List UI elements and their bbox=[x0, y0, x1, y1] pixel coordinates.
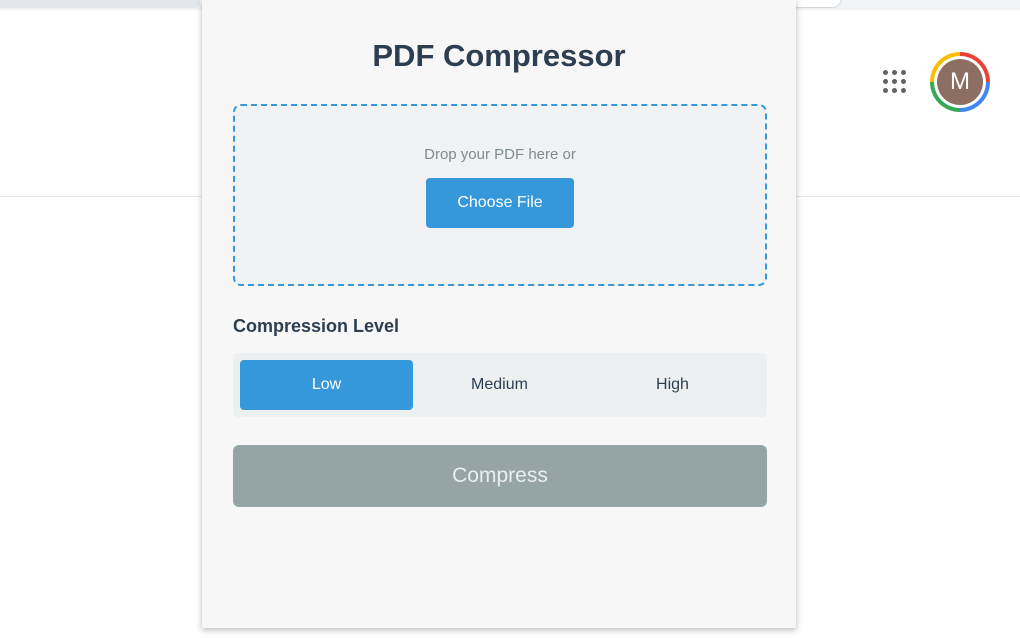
choose-file-button[interactable]: Choose File bbox=[426, 178, 574, 228]
compression-option-high[interactable]: High bbox=[586, 360, 759, 410]
avatar-initial: M bbox=[937, 59, 983, 105]
compress-button[interactable]: Compress bbox=[233, 445, 767, 507]
popup-title: PDF Compressor bbox=[372, 38, 626, 73]
apps-grid-icon[interactable] bbox=[883, 70, 909, 96]
avatar: M bbox=[934, 56, 986, 108]
browser-tab[interactable] bbox=[0, 0, 200, 8]
compression-option-low[interactable]: Low bbox=[240, 360, 413, 410]
extension-popup: PDF Compressor Drop your PDF here or Cho… bbox=[202, 0, 796, 628]
account-avatar-button[interactable]: M bbox=[930, 52, 990, 112]
page: M PDF Compressor Drop your PDF here or C… bbox=[0, 0, 1020, 638]
compression-level-label: Compression Level bbox=[233, 316, 400, 336]
dropzone-text: Drop your PDF here or bbox=[424, 146, 576, 163]
compression-level-selector: Low Medium High bbox=[233, 353, 767, 417]
pdf-dropzone[interactable]: Drop your PDF here or Choose File bbox=[233, 104, 767, 286]
compression-option-medium[interactable]: Medium bbox=[413, 360, 586, 410]
